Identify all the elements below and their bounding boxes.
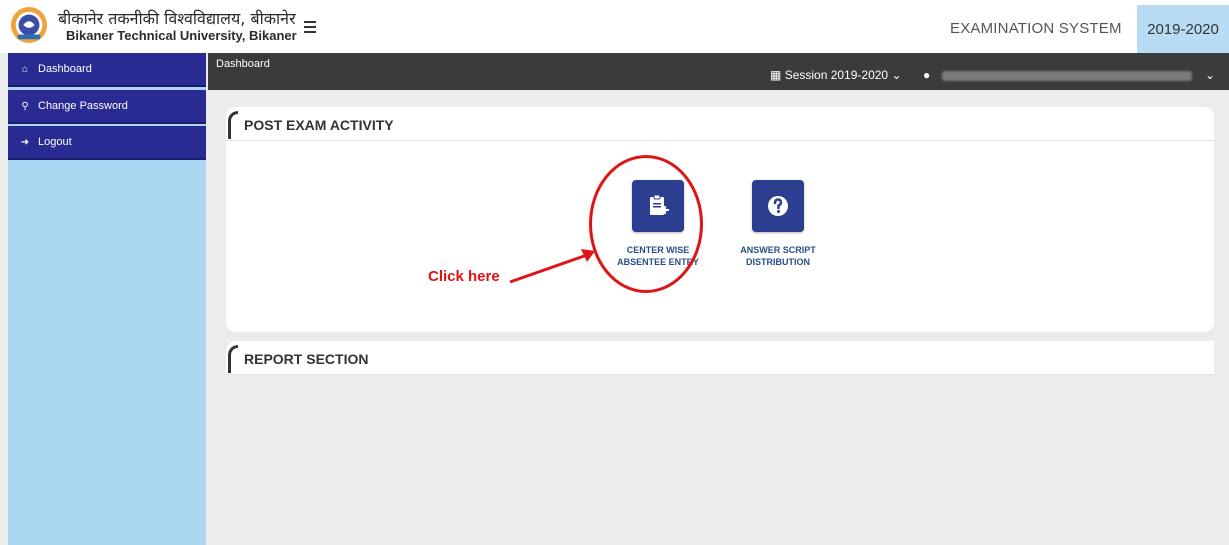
sidebar: ⌂ Dashboard ⚲ Change Password ➜ Logout xyxy=(8,53,206,545)
session-dropdown[interactable]: ▦ Session 2019-2020 ⌄ xyxy=(770,68,902,82)
university-name-english: Bikaner Technical University, Bikaner xyxy=(66,28,297,43)
key-icon: ⚲ xyxy=(21,100,29,112)
tile-label: ANSWER SCRIPT DISTRIBUTION xyxy=(740,245,816,267)
panel-bracket-decoration xyxy=(228,345,238,373)
university-logo xyxy=(10,6,48,44)
hamburger-menu-icon[interactable] xyxy=(304,21,316,33)
tile-answer-script-distribution[interactable]: ANSWER SCRIPT DISTRIBUTION xyxy=(728,180,828,268)
breadcrumb: Dashboard xyxy=(216,58,270,70)
panel-title: REPORT SECTION xyxy=(244,351,369,367)
sidebar-item-logout[interactable]: ➜ Logout xyxy=(8,126,206,160)
panel-header: REPORT SECTION xyxy=(226,341,1214,375)
top-header: बीकानेर तकनीकी विश्वविद्यालय, बीकानेर Bi… xyxy=(0,0,1229,53)
calendar-icon: ▦ xyxy=(770,68,782,82)
sidebar-item-change-password[interactable]: ⚲ Change Password xyxy=(8,90,206,124)
sidebar-item-label: Logout xyxy=(38,136,72,148)
panel-bracket-decoration xyxy=(228,111,238,139)
sidebar-item-label: Change Password xyxy=(38,100,128,112)
report-section-panel: REPORT SECTION xyxy=(226,341,1214,375)
panel-title: POST EXAM ACTIVITY xyxy=(244,117,394,133)
redacted-user-name xyxy=(941,70,1192,81)
annotation-arrow-icon xyxy=(509,249,595,284)
sidebar-item-label: Dashboard xyxy=(38,63,92,75)
sub-header-bar: Dashboard ▦ Session 2019-2020 ⌄ ● ⌄ xyxy=(208,53,1229,90)
university-name-hindi: बीकानेर तकनीकी विश्वविद्यालय, बीकानेर xyxy=(58,9,296,28)
chevron-down-icon: ⌄ xyxy=(1204,68,1215,82)
user-icon: ● xyxy=(923,68,931,82)
user-menu-dropdown[interactable]: ● ⌄ xyxy=(923,68,1215,82)
question-icon xyxy=(752,180,804,232)
year-badge: 2019-2020 xyxy=(1137,5,1229,53)
post-exam-activity-panel: POST EXAM ACTIVITY xyxy=(226,107,1214,332)
annotation-click-here: Click here xyxy=(428,268,500,285)
chevron-down-icon: ⌄ xyxy=(891,68,902,82)
sidebar-item-dashboard[interactable]: ⌂ Dashboard xyxy=(8,53,206,87)
logout-icon: ➜ xyxy=(20,136,30,148)
home-icon: ⌂ xyxy=(21,63,29,75)
annotation-circle xyxy=(589,155,703,293)
panel-header: POST EXAM ACTIVITY xyxy=(226,107,1214,141)
system-title: EXAMINATION SYSTEM xyxy=(950,20,1122,37)
session-label: Session 2019-2020 xyxy=(784,68,889,82)
